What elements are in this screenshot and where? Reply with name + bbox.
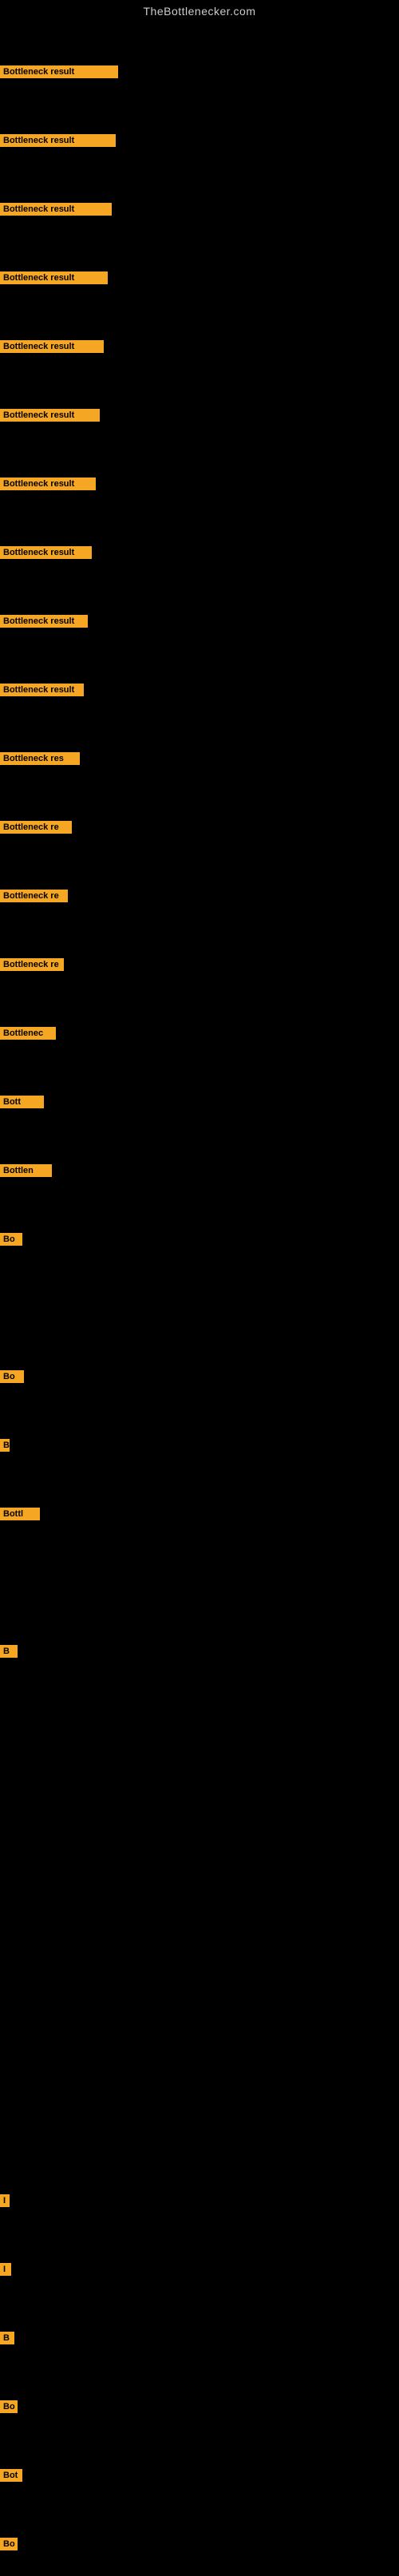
bar-row: Bottleneck re <box>0 958 64 971</box>
bar-row: B <box>0 1645 18 1658</box>
bottleneck-result-label: B <box>0 2332 14 2344</box>
bar-row: Bottleneck result <box>0 134 116 147</box>
bottleneck-result-label: Bottleneck result <box>0 65 118 78</box>
bottleneck-result-label: Bottleneck result <box>0 478 96 490</box>
bar-row: B <box>0 2332 14 2344</box>
bottleneck-result-label: Bottl <box>0 1508 40 1520</box>
bar-row: Bottleneck result <box>0 615 88 628</box>
bar-row: Bottleneck result <box>0 203 112 216</box>
bar-row: Bottleneck re <box>0 890 68 902</box>
bar-row: Bottleneck result <box>0 409 100 422</box>
bottleneck-result-label: Bottleneck result <box>0 203 112 216</box>
bar-row: Bo <box>0 1370 24 1383</box>
bar-row: Bo <box>0 1233 22 1246</box>
bottleneck-result-label: I <box>0 2194 10 2207</box>
bar-row: Bottleneck re <box>0 821 72 834</box>
bottleneck-result-label: Bottleneck re <box>0 958 64 971</box>
bar-row: Bott <box>0 1096 44 1108</box>
bottleneck-result-label: B <box>0 1439 10 1452</box>
bar-row: I <box>0 2194 10 2207</box>
bottleneck-result-label: Bottleneck result <box>0 134 116 147</box>
bottleneck-result-label: Bottleneck result <box>0 546 92 559</box>
bottleneck-result-label: Bottleneck re <box>0 890 68 902</box>
bottleneck-result-label: Bot <box>0 2469 22 2482</box>
bottleneck-result-label: Bo <box>0 2538 18 2550</box>
bar-row: Bottlen <box>0 1164 52 1177</box>
bar-row: I <box>0 2263 11 2276</box>
bottleneck-result-label: Bottleneck result <box>0 615 88 628</box>
bar-row: Bottleneck result <box>0 478 96 490</box>
bar-row: Bottlenec <box>0 1027 56 1040</box>
bar-row: Bottleneck result <box>0 546 92 559</box>
bottleneck-result-label: Bottleneck res <box>0 752 80 765</box>
bar-row: Bottleneck result <box>0 684 84 696</box>
bar-row: Bottleneck res <box>0 752 80 765</box>
bar-row: Bottleneck result <box>0 271 108 284</box>
bottleneck-result-label: Bottleneck result <box>0 271 108 284</box>
bottleneck-result-label: Bottlenec <box>0 1027 56 1040</box>
bottleneck-result-label: Bo <box>0 1370 24 1383</box>
bar-row: Bot <box>0 2469 22 2482</box>
bar-row: Bottleneck result <box>0 340 104 353</box>
bottleneck-result-label: Bo <box>0 2400 18 2413</box>
bar-row: Bo <box>0 2538 18 2550</box>
bottleneck-result-label: Bottleneck result <box>0 684 84 696</box>
bar-row: Bo <box>0 2400 18 2413</box>
bottleneck-result-label: I <box>0 2263 11 2276</box>
site-title: TheBottlenecker.com <box>0 0 399 21</box>
bottleneck-result-label: Bott <box>0 1096 44 1108</box>
bottleneck-result-label: Bottleneck result <box>0 340 104 353</box>
bottleneck-result-label: Bottlen <box>0 1164 52 1177</box>
bar-row: B <box>0 1439 10 1452</box>
bar-row: Bottleneck result <box>0 65 118 78</box>
bottleneck-result-label: Bottleneck re <box>0 821 72 834</box>
bottleneck-result-label: B <box>0 1645 18 1658</box>
bar-row: Bottl <box>0 1508 40 1520</box>
bottleneck-result-label: Bottleneck result <box>0 409 100 422</box>
bottleneck-result-label: Bo <box>0 1233 22 1246</box>
